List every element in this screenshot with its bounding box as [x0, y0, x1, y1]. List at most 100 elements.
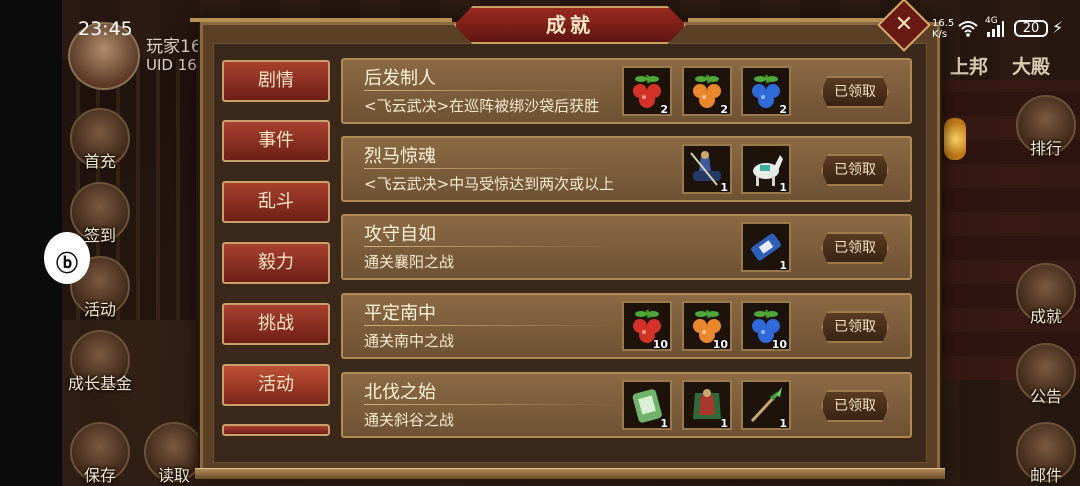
charging-icon: ⚡ — [1052, 18, 1064, 37]
achievement-desc: 通关南中之战 — [364, 332, 455, 350]
tab-challenge[interactable]: 挑战 — [222, 303, 330, 345]
clock: 23:45 — [78, 18, 133, 40]
save-label: 保存 — [83, 466, 117, 485]
reward-count: 1 — [660, 417, 668, 430]
achievement-row: 平定南中 通关南中之战 10 10 10 已领取 — [341, 293, 912, 359]
claimed-label: 已领取 — [834, 84, 876, 100]
achievement-title: 攻守自如 — [364, 224, 436, 245]
top-label-shangbang[interactable]: 上邦 — [950, 52, 988, 79]
tab-label: 挑战 — [258, 313, 294, 334]
load-label: 读取 — [157, 466, 191, 485]
title-divider — [364, 404, 614, 405]
claimed-button[interactable]: 已领取 — [821, 76, 889, 108]
battery-indicator: 20 — [1014, 20, 1048, 37]
achievement-desc: 通关斜谷之战 — [364, 411, 455, 429]
panel-bottom-frame — [195, 468, 945, 479]
growth-fund-label: 成长基金 — [67, 374, 133, 393]
achievement-row: 后发制人 <飞云武决>在巡阵被绑沙袋后获胜 2 2 2 已领取 — [341, 58, 912, 124]
notice-button[interactable]: 公告 — [1016, 343, 1076, 406]
reward-count: 1 — [720, 417, 728, 430]
claimed-label: 已领取 — [834, 162, 876, 178]
reward-slot[interactable]: 1 — [741, 380, 791, 430]
ranking-label: 排行 — [1029, 139, 1063, 158]
title-ornament-left — [190, 18, 452, 22]
claimed-label: 已领取 — [834, 398, 876, 414]
reward-slot[interactable]: 10 — [682, 301, 732, 351]
claimed-button[interactable]: 已领取 — [821, 311, 889, 343]
tab-label: 剧情 — [258, 70, 294, 91]
reward-slot[interactable]: 1 — [622, 380, 672, 430]
sign-in-label: 签到 — [83, 226, 117, 245]
reward-slot[interactable]: 1 — [682, 380, 732, 430]
mail-button[interactable]: 邮件 — [1016, 422, 1076, 485]
reward-slot[interactable]: 2 — [622, 66, 672, 116]
close-icon: ✕ — [894, 12, 914, 37]
notice-label: 公告 — [1029, 387, 1063, 406]
achievement-row: 攻守自如 通关襄阳之战 1 已领取 — [341, 214, 912, 280]
title-divider — [364, 90, 614, 91]
achievement-row: 烈马惊魂 <飞云武决>中马受惊达到两次或以上 1 1 已领取 — [341, 136, 912, 202]
achievement-button[interactable]: 成就 — [1016, 263, 1076, 326]
first-recharge-button[interactable]: 首充 — [70, 108, 130, 171]
reward-slot[interactable]: 2 — [682, 66, 732, 116]
claimed-button[interactable]: 已领取 — [821, 390, 889, 422]
reward-slot[interactable]: 10 — [741, 301, 791, 351]
achievement-title: 后发制人 — [364, 68, 436, 89]
mail-label: 邮件 — [1029, 466, 1063, 485]
tab-label: 活动 — [258, 374, 294, 395]
claimed-label: 已领取 — [834, 240, 876, 256]
achievement-title: 平定南中 — [364, 303, 436, 324]
tab-label: 乱斗 — [258, 191, 294, 212]
panel-title: 成就 — [454, 6, 686, 44]
tab-plot[interactable]: 剧情 — [222, 60, 330, 102]
ranking-button[interactable]: 排行 — [1016, 95, 1076, 158]
reward-count: 10 — [771, 338, 787, 351]
cell-signal-icon: 4G — [985, 16, 1005, 38]
achievement-desc: <飞云武决>中马受惊达到两次或以上 — [364, 175, 615, 193]
panel-title-text: 成就 — [546, 13, 594, 37]
reward-slot[interactable]: 10 — [622, 301, 672, 351]
tab-perseverance[interactable]: 毅力 — [222, 242, 330, 284]
tab-events[interactable]: 事件 — [222, 120, 330, 162]
tab-activity[interactable]: 活动 — [222, 364, 330, 406]
reward-count: 10 — [712, 338, 728, 351]
reward-count: 1 — [779, 181, 787, 194]
net-speed: 16.5 K/s — [932, 18, 955, 40]
tab-brawl[interactable]: 乱斗 — [222, 181, 330, 223]
title-divider — [364, 168, 614, 169]
reward-count: 1 — [720, 181, 728, 194]
title-ornament-right — [688, 18, 888, 22]
save-button[interactable]: 保存 — [70, 422, 130, 485]
achievement-desc: 通关襄阳之战 — [364, 253, 455, 271]
achievement-title: 烈马惊魂 — [364, 146, 436, 167]
sign-in-button[interactable]: 签到 — [70, 182, 130, 245]
reward-slot[interactable]: 1 — [682, 144, 732, 194]
achievement-row: 北伐之始 通关斜谷之战 1 1 1 已领取 — [341, 372, 912, 438]
claimed-button[interactable]: 已领取 — [821, 154, 889, 186]
lantern-decoration — [944, 118, 966, 160]
first-recharge-label: 首充 — [83, 152, 117, 171]
achievement-desc: <飞云武决>在巡阵被绑沙袋后获胜 — [364, 97, 600, 115]
claimed-label: 已领取 — [834, 319, 876, 335]
reward-slot[interactable]: 1 — [741, 144, 791, 194]
reward-count: 2 — [720, 103, 728, 116]
events-label: 活动 — [83, 300, 117, 319]
reward-slot[interactable]: 1 — [741, 222, 791, 272]
reward-count: 2 — [660, 103, 668, 116]
tab-partial-hidden[interactable] — [222, 424, 330, 436]
floating-assist-button[interactable]: ⓑ — [44, 232, 90, 284]
reward-count: 1 — [779, 259, 787, 272]
wifi-icon — [958, 21, 978, 37]
reward-count: 2 — [779, 103, 787, 116]
claimed-button[interactable]: 已领取 — [821, 232, 889, 264]
reward-slot[interactable]: 2 — [741, 66, 791, 116]
title-divider — [364, 246, 614, 247]
achievement-title: 北伐之始 — [364, 382, 436, 403]
reward-count: 1 — [779, 417, 787, 430]
tab-label: 事件 — [258, 130, 294, 151]
title-divider — [364, 325, 614, 326]
top-label-dadian[interactable]: 大殿 — [1012, 52, 1050, 79]
growth-fund-button[interactable]: 成长基金 — [68, 330, 132, 393]
reward-count: 10 — [652, 338, 668, 351]
achievement-label: 成就 — [1029, 307, 1063, 326]
